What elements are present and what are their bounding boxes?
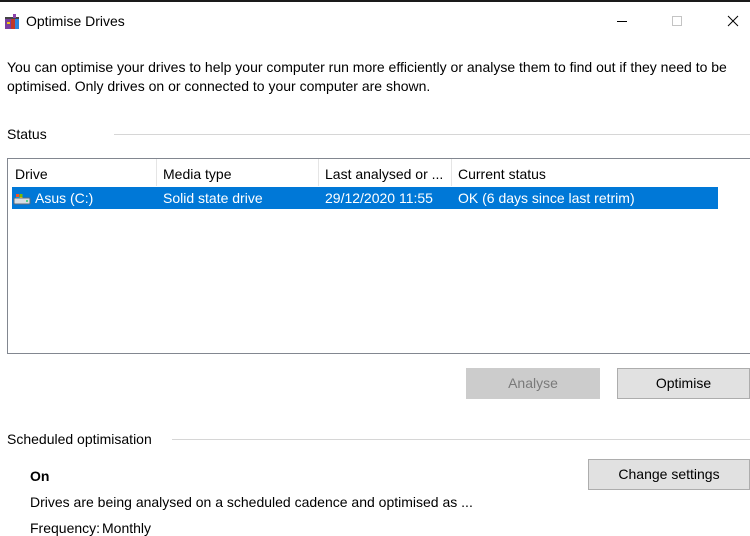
intro-description: You can optimise your drives to help you…	[7, 59, 727, 94]
status-separator	[114, 134, 750, 135]
drive-icon	[13, 194, 31, 205]
column-header-current-status[interactable]: Current status	[451, 159, 750, 186]
frequency-label: Frequency:	[30, 520, 101, 536]
frequency-value: Monthly	[102, 520, 152, 536]
schedule-description: Drives are being analysed on a scheduled…	[30, 494, 473, 510]
title-bar[interactable]: Optimise Drives	[0, 2, 750, 40]
maximize-button[interactable]	[657, 6, 697, 36]
scheduled-section-label: Scheduled optimisation	[7, 431, 152, 447]
window-title: Optimise Drives	[26, 13, 125, 29]
close-icon	[727, 15, 739, 27]
column-header-media-type[interactable]: Media type	[156, 159, 318, 186]
optimise-button[interactable]: Optimise	[617, 368, 750, 399]
last-analysed-cell: 29/12/2020 11:55	[325, 190, 433, 206]
drive-name-cell: Asus (C:)	[35, 190, 94, 206]
minimize-button[interactable]	[602, 6, 642, 36]
maximize-icon	[672, 16, 682, 26]
analyse-button[interactable]: Analyse	[466, 368, 600, 399]
media-type-cell: Solid state drive	[163, 190, 263, 206]
optimise-drives-app-icon	[5, 14, 19, 29]
status-section-label: Status	[7, 126, 47, 142]
column-header-drive[interactable]: Drive	[8, 159, 156, 186]
schedule-state: On	[30, 468, 50, 484]
scheduled-separator	[172, 439, 750, 440]
close-button[interactable]	[713, 6, 750, 36]
minimize-icon	[617, 21, 627, 22]
column-header-last-analysed[interactable]: Last analysed or ...	[318, 159, 451, 186]
current-status-cell: OK (6 days since last retrim)	[458, 190, 635, 206]
drives-list[interactable]: Drive Media type Last analysed or ... Cu…	[7, 158, 750, 354]
change-settings-button[interactable]: Change settings	[588, 459, 750, 490]
